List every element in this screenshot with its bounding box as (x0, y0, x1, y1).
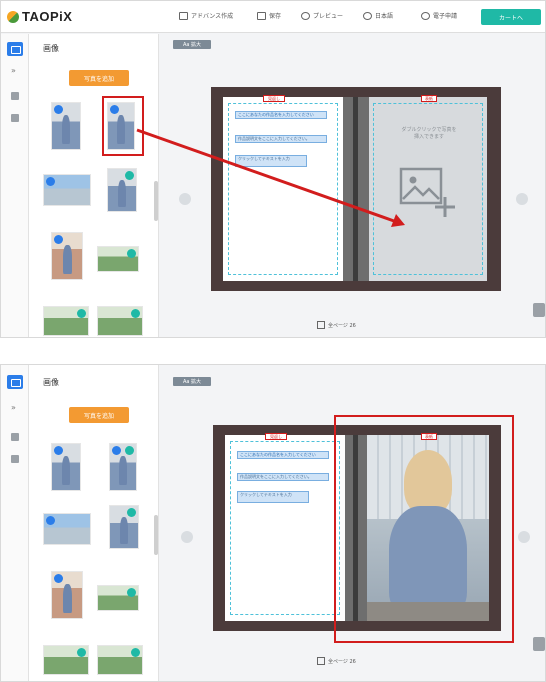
tool-rail: » (1, 365, 29, 681)
photo-thumbnail[interactable] (97, 645, 143, 675)
used-badge-icon (54, 574, 63, 583)
used-badge-icon (127, 508, 136, 517)
text-icon[interactable] (11, 455, 19, 463)
settings-icon[interactable] (533, 637, 545, 651)
page-count[interactable]: 全ページ 26 (317, 657, 356, 665)
used-badge-icon (127, 588, 136, 597)
screenshot-after: » 画像 写真を追加 Aa 拡大 見返し 表紙 ここにあなたの作品名を入力してく… (0, 364, 546, 682)
photo-thumbnail[interactable] (109, 443, 137, 491)
used-badge-icon (131, 648, 140, 657)
screenshot-before: TAOPiX アドバンス作成 保存 プレビュー 日本語 電子申請 カートへ » (0, 0, 546, 338)
add-photo-button[interactable]: 写真を追加 (69, 407, 129, 423)
expand-icon[interactable]: » (11, 403, 16, 412)
used-badge-icon (125, 446, 134, 455)
bleed-guide (230, 441, 340, 615)
drag-arrow (136, 128, 405, 227)
photo-thumbnail[interactable] (43, 645, 89, 675)
photo-thumbnail[interactable] (43, 513, 91, 545)
photo-thumbnail[interactable] (51, 443, 81, 491)
photo-thumbnail[interactable] (109, 505, 139, 549)
panel-scrollbar[interactable] (154, 515, 158, 555)
used-badge-icon (54, 446, 63, 455)
caption-text-box[interactable]: クリックしてテキストを入力 (237, 491, 309, 503)
prev-page-button[interactable] (181, 531, 193, 543)
left-page-tag: 見返し (265, 433, 287, 440)
photo-thumbnail[interactable] (51, 571, 83, 619)
title-text-box[interactable]: ここにあなたの作品名を入力してください (237, 451, 329, 459)
used-badge-icon (112, 446, 121, 455)
layout-icon[interactable] (11, 433, 19, 441)
used-badge-icon (77, 648, 86, 657)
panel-title: 画像 (43, 378, 59, 387)
used-badge-icon (46, 516, 55, 525)
pages-icon (317, 657, 325, 665)
zoom-button[interactable]: Aa 拡大 (173, 377, 211, 386)
rail-tab-images[interactable] (7, 375, 23, 389)
page-count-label: 全ページ 26 (328, 658, 356, 665)
description-text-box[interactable]: 作品説明文をここに入力してください。 (237, 473, 329, 481)
photo-thumbnail[interactable] (97, 585, 139, 611)
next-page-button[interactable] (518, 531, 530, 543)
image-panel: 画像 写真を追加 (29, 365, 159, 681)
result-highlight (334, 415, 514, 643)
